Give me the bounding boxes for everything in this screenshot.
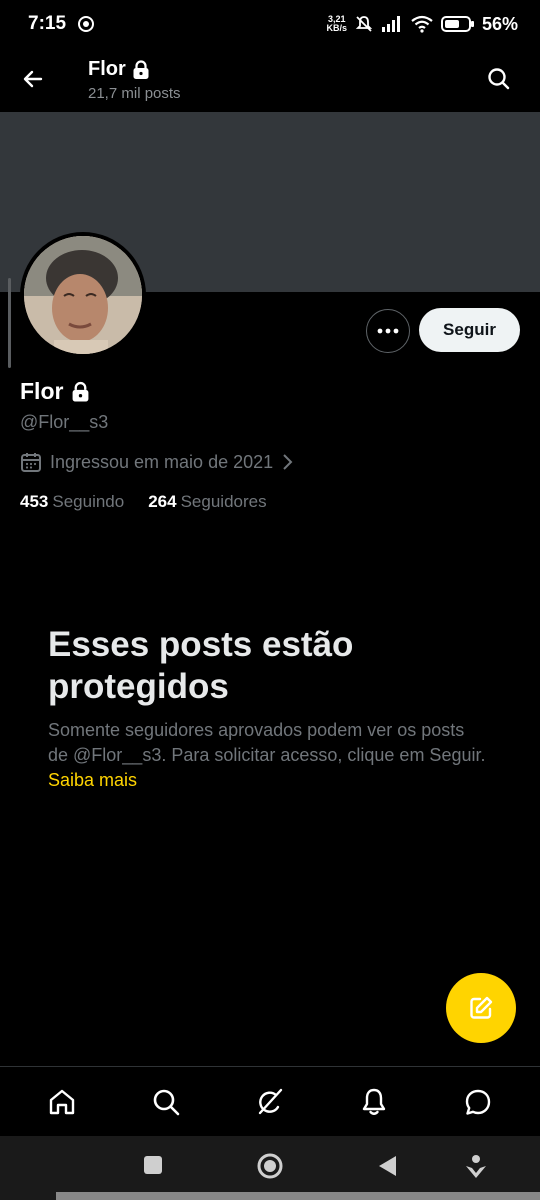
joined-date[interactable]: Ingressou em maio de 2021: [20, 451, 293, 473]
followers-count: 264: [148, 492, 177, 511]
nav-home[interactable]: [35, 1075, 89, 1129]
back-button[interactable]: [18, 64, 48, 94]
protected-notice: Esses posts estão protegidos Somente seg…: [48, 624, 488, 793]
protected-body-text: Somente seguidores aprovados podem ver o…: [48, 720, 486, 765]
gesture-bar: [56, 1192, 540, 1200]
messages-icon: [465, 1089, 491, 1115]
compose-icon: [470, 996, 493, 1019]
protected-title: Esses posts estão protegidos: [48, 625, 354, 706]
grok-icon: [258, 1088, 283, 1114]
following-count: 453: [20, 492, 49, 511]
post-count: 21,7 mil posts: [88, 85, 181, 102]
following-label: Seguindo: [52, 492, 125, 511]
follow-stats: 453 Seguindo 264 Seguidores: [20, 492, 267, 512]
back-triangle-icon[interactable]: [376, 1154, 398, 1178]
joined-text: Ingressou em maio de 2021: [50, 451, 274, 472]
signal-icon: [381, 16, 400, 32]
recents-icon[interactable]: [142, 1154, 164, 1176]
home-icon: [49, 1089, 75, 1114]
followers-stat[interactable]: 264 Seguidores: [148, 492, 266, 512]
arrow-left-icon: [23, 70, 43, 88]
profile-name: Flor: [20, 378, 64, 404]
scroll-indicator: [8, 278, 11, 368]
mute-icon: [355, 16, 373, 32]
profile-name-row: Flor: [20, 378, 90, 405]
more-horizontal-icon: [377, 328, 399, 334]
more-options-button[interactable]: [366, 309, 410, 353]
header-title-block: Flor 21,7 mil posts: [88, 58, 181, 102]
nav-search[interactable]: [139, 1075, 193, 1129]
header-name-row: Flor: [88, 58, 181, 81]
followers-label: Seguidores: [180, 492, 267, 511]
bottom-navigation: [0, 1066, 540, 1136]
system-navigation-bar: [0, 1136, 540, 1200]
lock-icon: [133, 59, 149, 79]
lock-icon: [73, 381, 89, 401]
follow-button[interactable]: Seguir: [419, 308, 520, 352]
chrome-icon: [78, 16, 95, 32]
battery-icon: [440, 16, 474, 32]
nav-grok[interactable]: [243, 1075, 297, 1129]
header-name: Flor: [88, 58, 126, 80]
notifications-icon: [362, 1088, 386, 1115]
avatar[interactable]: [20, 232, 146, 358]
learn-more-link[interactable]: Saiba mais: [48, 770, 137, 790]
nav-messages[interactable]: [451, 1075, 505, 1129]
chevron-right-icon: [283, 454, 293, 470]
profile-header: Flor 21,7 mil posts: [0, 48, 540, 112]
search-icon: [153, 1089, 180, 1115]
calendar-icon: [21, 453, 41, 472]
home-circle-icon[interactable]: [256, 1152, 284, 1180]
battery-percent: 56%: [481, 13, 518, 34]
avatar-image: [24, 236, 142, 354]
status-time: 7:15: [28, 13, 67, 34]
profile-handle: @Flor__s3: [20, 412, 109, 432]
compose-button[interactable]: [446, 973, 516, 1043]
protected-body: Somente seguidores aprovados podem ver o…: [48, 718, 488, 793]
following-stat[interactable]: 453 Seguindo: [20, 492, 124, 512]
search-icon[interactable]: [486, 66, 512, 92]
nav-notifications[interactable]: [347, 1075, 401, 1129]
status-bar: 7:15 3,21 KB/s 56%: [0, 0, 540, 48]
assistant-icon[interactable]: [464, 1154, 488, 1180]
wifi-icon: [411, 15, 433, 33]
network-speed: 3,21 KB/s: [326, 14, 347, 33]
